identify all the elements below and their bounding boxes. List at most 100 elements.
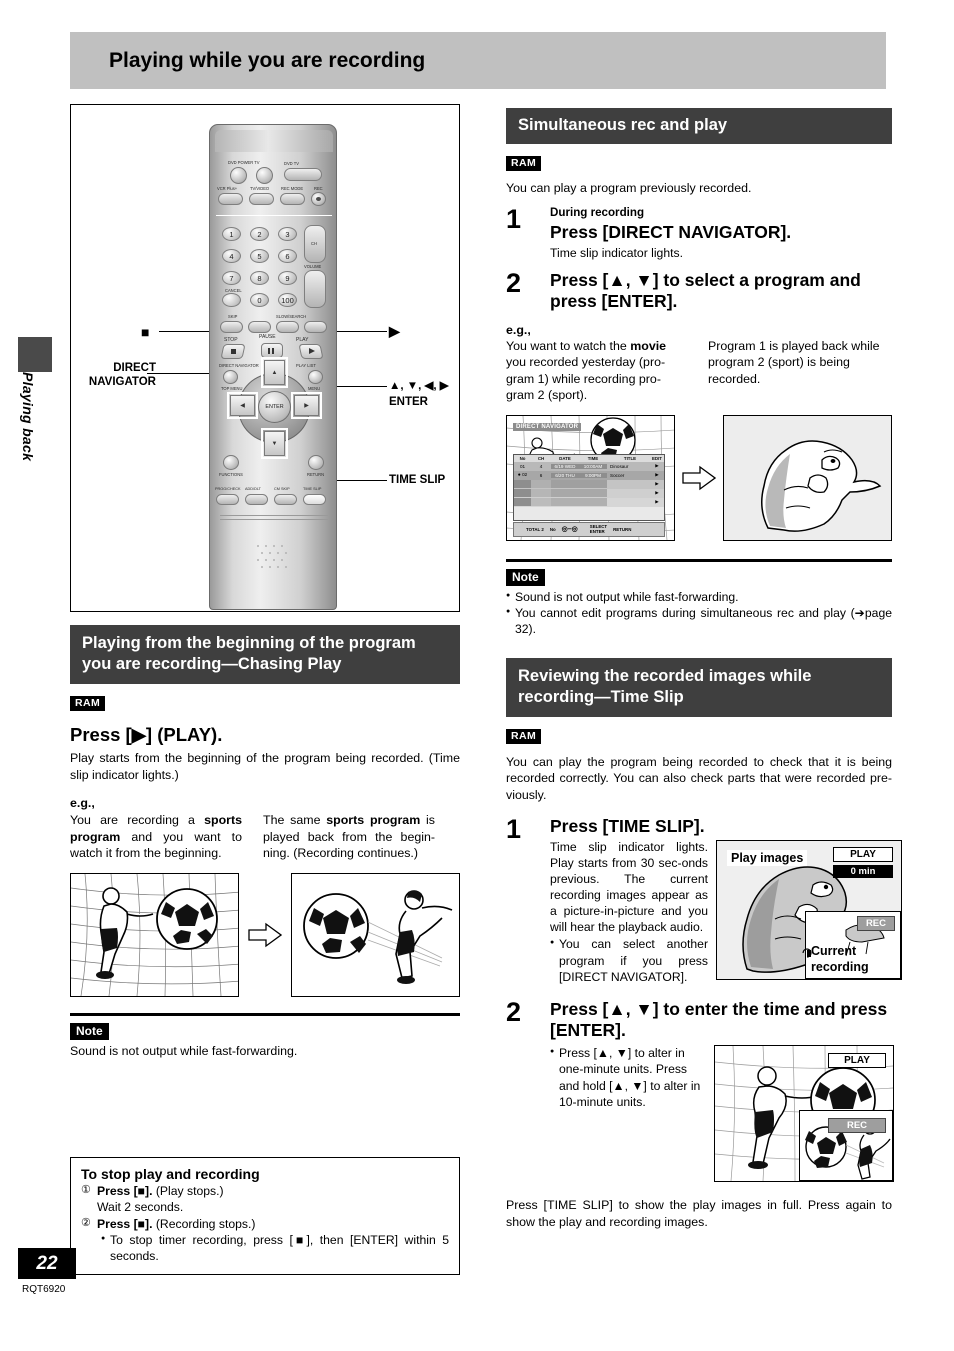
- dpad-left-highlight: [227, 392, 258, 419]
- page-number: 22: [18, 1248, 76, 1279]
- timeslip-heading: Reviewing the recorded images while reco…: [506, 657, 892, 717]
- search-back-button[interactable]: [276, 321, 299, 333]
- return-button[interactable]: [308, 455, 324, 470]
- stop-box-item-1-sub: Wait 2 seconds.: [97, 1200, 184, 1215]
- label-ch: CH: [311, 241, 317, 246]
- illustration-recording-soccer: [70, 872, 239, 997]
- step-2-head: Press [▲, ▼] to select a program and pre…: [550, 269, 861, 311]
- dn-table-row[interactable]: 01 4 6/19 WED 10:00AM Dinosaur ▶: [514, 461, 664, 471]
- dn-return-label: RETURN: [613, 526, 632, 532]
- transition-arrow-icon: [248, 922, 283, 948]
- timeslip-intro: You can play the program being recorded …: [506, 754, 892, 802]
- cm-skip-button[interactable]: [274, 494, 297, 505]
- leader-time-slip: [337, 480, 387, 481]
- page-code: RQT6920: [22, 1284, 66, 1295]
- label-play-list: PLAY LIST: [296, 363, 316, 368]
- simultaneous-step-1: 1 During recording Press [DIRECT NAVIGAT…: [506, 205, 892, 262]
- num-button-7[interactable]: 7: [222, 271, 241, 285]
- dpad-right-highlight: [291, 392, 322, 419]
- dn-table-row[interactable]: ● 02 6 6/20 THU 9:00PM Soccer ▶: [514, 470, 664, 480]
- rec-mode-button[interactable]: [280, 193, 305, 205]
- step-number: 2: [506, 267, 522, 298]
- chasing-eg-right: The same sports program is played back f…: [263, 813, 435, 861]
- dn-screen-title: DIRECT NAVIGATOR: [513, 422, 582, 431]
- power-dvd-button[interactable]: [230, 167, 247, 184]
- direct-navigator-button[interactable]: [223, 370, 238, 384]
- power-tv-button[interactable]: [256, 167, 273, 184]
- search-forward-button[interactable]: [304, 321, 327, 333]
- stop-play-recording-box: To stop play and recording ① Press [■]. …: [70, 1157, 460, 1276]
- functions-button[interactable]: [223, 455, 239, 470]
- rec-dot-icon: [316, 197, 321, 201]
- simultaneous-heading: Simultaneous rec and play: [506, 108, 892, 145]
- label-rec-mode: REC MODE: [281, 186, 304, 191]
- vcr-plus-button[interactable]: [218, 193, 243, 205]
- num-button-8[interactable]: 8: [250, 271, 269, 285]
- num-button-2[interactable]: 2: [250, 227, 269, 241]
- leader-stop: [159, 331, 209, 332]
- ram-badge-chasing: RAM: [70, 696, 106, 712]
- simultaneous-step-2: 2 Press [▲, ▼] to select a program and p…: [506, 270, 892, 312]
- dn-table-row-empty: ▶: [514, 488, 664, 498]
- current-recording-label: Current recording: [811, 944, 869, 974]
- chasing-play-heading: Playing from the beginning of the progra…: [70, 625, 460, 685]
- num-button-0[interactable]: 0: [250, 293, 269, 307]
- step-1-sub: Time slip indicator lights.: [550, 246, 683, 261]
- note-badge-simultaneous: Note: [506, 568, 545, 586]
- label-pause: PAUSE: [259, 334, 276, 340]
- play-list-button[interactable]: [308, 370, 323, 384]
- step-number: 1: [506, 814, 522, 845]
- num-button-1[interactable]: 1: [222, 227, 241, 241]
- prog-check-button[interactable]: [216, 494, 239, 505]
- leader-play: [337, 331, 387, 332]
- timeslip-tv-screen-1: REC Current recording Play images PLAY 0…: [716, 840, 902, 981]
- label-cancel: CANCEL: [225, 288, 242, 293]
- illustration-dinosaur: [723, 414, 892, 541]
- num-button-5[interactable]: 5: [250, 249, 269, 263]
- side-tab-label: Playing back: [20, 372, 36, 462]
- add-dlt-button[interactable]: [245, 494, 268, 505]
- dn-col-title: TITLE: [623, 455, 637, 461]
- timeslip-closing: Press [TIME SLIP] to show the play image…: [506, 1198, 892, 1229]
- stop-box-item-1: ① Press [■]. (Play stops.): [81, 1184, 224, 1199]
- callout-arrow-keys: ▲, ▼, ◀, ▶: [389, 380, 449, 392]
- dvd-tv-switch[interactable]: [284, 168, 322, 181]
- remote-dot-pattern: [257, 545, 291, 571]
- label-cm-skip: CM SKIP: [274, 487, 290, 491]
- volume-rocker[interactable]: [304, 270, 326, 308]
- num-button-9[interactable]: 9: [278, 271, 297, 285]
- skip-forward-button[interactable]: [248, 321, 271, 333]
- simultaneous-eg-left: You want to watch the movie you recorded…: [506, 338, 667, 403]
- num-button-4[interactable]: 4: [222, 249, 241, 263]
- tv-video-button[interactable]: [249, 193, 274, 205]
- num-button-100[interactable]: 100: [278, 293, 297, 307]
- label-functions: FUNCTIONS: [219, 472, 243, 477]
- remote-body: DVD POWER TV DVD TV VCR Plus+ TV/VIDEO R…: [209, 124, 337, 610]
- skip-back-button[interactable]: [220, 321, 243, 333]
- chasing-eg-label: e.g.,: [70, 796, 95, 811]
- chasing-action-desc: Play starts from the beginning of the pr…: [70, 751, 460, 782]
- label-stop: STOP: [224, 337, 238, 343]
- timeslip-step-1-bullet: You can select another program if you pr…: [550, 936, 708, 985]
- rec-tag: REC: [856, 916, 895, 932]
- time-slip-button[interactable]: [303, 494, 326, 505]
- callout-direct-navigator: DIRECT NAVIGATOR: [88, 362, 156, 389]
- label-tv-video: TV/VIDEO: [250, 186, 270, 191]
- num-button-6[interactable]: 6: [278, 249, 297, 263]
- pointer-icon: [802, 946, 813, 958]
- timeslip-step-1: 1 Press [TIME SLIP]. Time slip indicator…: [506, 814, 902, 985]
- dn-recording-marker-icon: ●: [517, 472, 521, 479]
- dn-table-row-empty: ▶: [514, 479, 664, 489]
- stop-square-icon: [231, 349, 236, 354]
- cancel-button[interactable]: [222, 293, 241, 307]
- enter-button[interactable]: ENTER: [258, 391, 291, 423]
- note-badge-chasing: Note: [70, 1022, 109, 1040]
- transition-arrow-icon: [682, 465, 717, 491]
- dn-col-edit: EDIT: [651, 455, 662, 461]
- label-rec: REC: [314, 186, 323, 191]
- left-column: DVD POWER TV DVD TV VCR Plus+ TV/VIDEO R…: [70, 104, 460, 1276]
- remote-top-strip: [215, 130, 333, 152]
- dn-table-row-empty: ▶: [514, 497, 664, 507]
- num-button-3[interactable]: 3: [278, 227, 297, 241]
- label-direct-navigator: DIRECT NAVIGATOR: [219, 363, 259, 368]
